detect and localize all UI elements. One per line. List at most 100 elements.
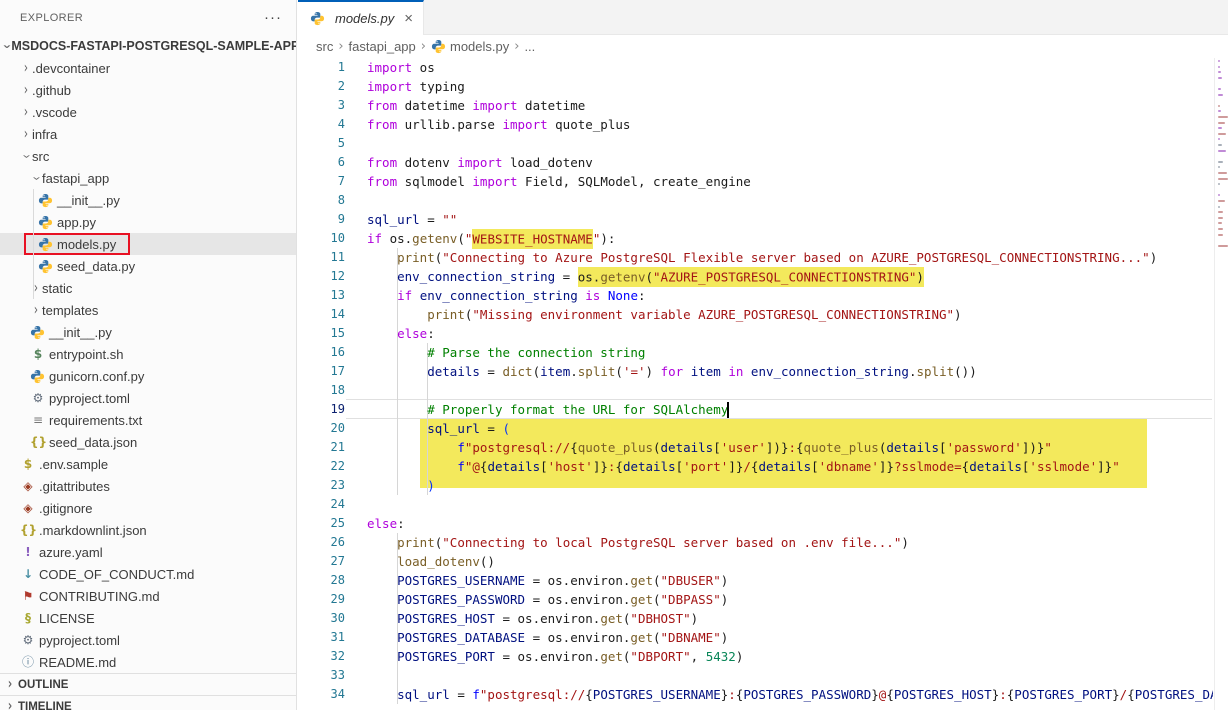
code-text: sql_url = f"postgresql://{POSTGRES_USERN…	[367, 685, 1213, 704]
line-number: 27	[298, 552, 345, 571]
line-number: 32	[298, 647, 345, 666]
tree-item--vscode[interactable]: ›.vscode	[0, 101, 296, 123]
line-number: 19	[298, 400, 345, 419]
minimap-line-mark	[1218, 144, 1222, 146]
tree-item-label: azure.yaml	[39, 545, 103, 560]
minimap-line-mark	[1218, 127, 1222, 129]
line-number: 13	[298, 286, 345, 305]
minimap-line-mark	[1218, 211, 1223, 213]
minimap-line-mark	[1218, 172, 1227, 174]
tree-item-pyproject-toml[interactable]: ⚙pyproject.toml	[0, 387, 296, 409]
file-tree: ›.devcontainer›.github›.vscode›infra›src…	[0, 57, 296, 673]
tree-item--gitignore[interactable]: ◈.gitignore	[0, 497, 296, 519]
tree-item--markdownlint-json[interactable]: {}.markdownlint.json	[0, 519, 296, 541]
tree-item-label: .vscode	[32, 105, 77, 120]
code-editor[interactable]: 1import os2import typing3from datetime i…	[298, 58, 1213, 710]
code-text: else:	[367, 514, 405, 533]
tree-item--github[interactable]: ›.github	[0, 79, 296, 101]
minimap-line-mark	[1218, 138, 1220, 140]
minimap-line-mark	[1218, 150, 1226, 152]
code-line-13: 13 if env_connection_string is None:	[298, 286, 1213, 305]
minimap-line-mark	[1218, 245, 1228, 247]
line-number: 12	[298, 267, 345, 286]
line-number: 25	[298, 514, 345, 533]
minimap-line-mark	[1218, 60, 1220, 62]
tree-item-models-py[interactable]: models.py	[0, 233, 296, 255]
code-text: details = dict(item.split('=') for item …	[367, 362, 977, 381]
code-line-2: 2import typing	[298, 77, 1213, 96]
tree-item--devcontainer[interactable]: ›.devcontainer	[0, 57, 296, 79]
code-line-33: 33	[298, 666, 1213, 685]
chevron-right-icon: ›	[21, 81, 31, 98]
tree-item-app-py[interactable]: app.py	[0, 211, 296, 233]
tree-item-requirements-txt[interactable]: ≡requirements.txt	[0, 409, 296, 431]
section-timeline[interactable]: ›TIMELINE	[0, 695, 296, 710]
tree-item-fastapi-app[interactable]: ›fastapi_app	[0, 167, 296, 189]
line-number: 2	[298, 77, 345, 96]
tree-item-gunicorn-conf-py[interactable]: gunicorn.conf.py	[0, 365, 296, 387]
code-line-26: 26 print("Connecting to local PostgreSQL…	[298, 533, 1213, 552]
close-icon[interactable]: ×	[404, 10, 413, 27]
tree-item-pyproject-toml[interactable]: ⚙pyproject.toml	[0, 629, 296, 651]
code-text: # Parse the connection string	[367, 343, 645, 362]
tree-item-src[interactable]: ›src	[0, 145, 296, 167]
breadcrumb-item-models-py[interactable]: models.py	[450, 39, 509, 54]
minimap-line-mark	[1218, 122, 1225, 124]
code-text: import os	[367, 58, 435, 77]
tree-item--env-sample[interactable]: $.env.sample	[0, 453, 296, 475]
tree-item-entrypoint-sh[interactable]: $entrypoint.sh	[0, 343, 296, 365]
tree-item-readme-md[interactable]: ⓘREADME.md	[0, 651, 296, 673]
tree-item--init-py[interactable]: __init__.py	[0, 189, 296, 211]
env-icon: $	[20, 456, 36, 472]
tab-models-py[interactable]: models.py ×	[298, 0, 424, 35]
python-icon	[431, 39, 446, 54]
chevron-right-icon: ›	[5, 676, 15, 693]
tree-item-seed-data-json[interactable]: {}seed_data.json	[0, 431, 296, 453]
line-number: 1	[298, 58, 345, 77]
breadcrumb-item-src[interactable]: src	[316, 39, 333, 54]
code-line-16: 16 # Parse the connection string	[298, 343, 1213, 362]
gear-icon: ⚙	[30, 390, 46, 406]
code-text: print("Connecting to local PostgreSQL se…	[367, 533, 909, 552]
code-line-30: 30 POSTGRES_HOST = os.environ.get("DBHOS…	[298, 609, 1213, 628]
tree-item-label: .env.sample	[39, 457, 108, 472]
tree-item-infra[interactable]: ›infra	[0, 123, 296, 145]
line-number: 23	[298, 476, 345, 495]
tree-item--gitattributes[interactable]: ◈.gitattributes	[0, 475, 296, 497]
tree-item-label: gunicorn.conf.py	[49, 369, 144, 384]
tree-item-static[interactable]: ›static	[0, 277, 296, 299]
line-number: 6	[298, 153, 345, 172]
code-line-23: 23 )	[298, 476, 1213, 495]
code-line-34: 34 sql_url = f"postgresql://{POSTGRES_US…	[298, 685, 1213, 704]
tree-item-templates[interactable]: ›templates	[0, 299, 296, 321]
section-outline[interactable]: ›OUTLINE	[0, 673, 296, 695]
tree-item-contributing-md[interactable]: ⚑CONTRIBUTING.md	[0, 585, 296, 607]
line-number: 16	[298, 343, 345, 362]
tree-item--init-py[interactable]: __init__.py	[0, 321, 296, 343]
minimap[interactable]	[1214, 58, 1228, 710]
code-text: if os.getenv("WEBSITE_HOSTNAME"):	[367, 229, 615, 248]
line-number: 21	[298, 438, 345, 457]
tree-item-seed-data-py[interactable]: seed_data.py	[0, 255, 296, 277]
breadcrumb-item-fastapi-app[interactable]: fastapi_app	[349, 39, 416, 54]
code-text: from datetime import datetime	[367, 96, 585, 115]
workspace-root-folder[interactable]: › MSDOCS-FASTAPI-POSTGRESQL-SAMPLE-APP […	[0, 35, 296, 57]
tree-item-label: LICENSE	[39, 611, 95, 626]
tree-item-license[interactable]: §LICENSE	[0, 607, 296, 629]
more-actions-icon[interactable]: ···	[264, 13, 282, 23]
code-line-9: 9sql_url = ""	[298, 210, 1213, 229]
line-number: 28	[298, 571, 345, 590]
yaml-icon: !	[20, 544, 36, 560]
code-text: from urllib.parse import quote_plus	[367, 115, 630, 134]
minimap-line-mark	[1218, 110, 1221, 112]
tree-item-azure-yaml[interactable]: !azure.yaml	[0, 541, 296, 563]
code-line-18: 18	[298, 381, 1213, 400]
code-text: f"postgresql://{quote_plus(details['user…	[367, 438, 1052, 457]
tree-item-code-of-conduct-md[interactable]: ↓CODE_OF_CONDUCT.md	[0, 563, 296, 585]
breadcrumb-separator-icon: ›	[514, 39, 519, 54]
code-text: print("Missing environment variable AZUR…	[367, 305, 962, 324]
python-icon	[38, 193, 53, 208]
breadcrumb-item--[interactable]: ...	[524, 39, 535, 54]
code-line-4: 4from urllib.parse import quote_plus	[298, 115, 1213, 134]
text-icon: ≡	[30, 412, 46, 428]
